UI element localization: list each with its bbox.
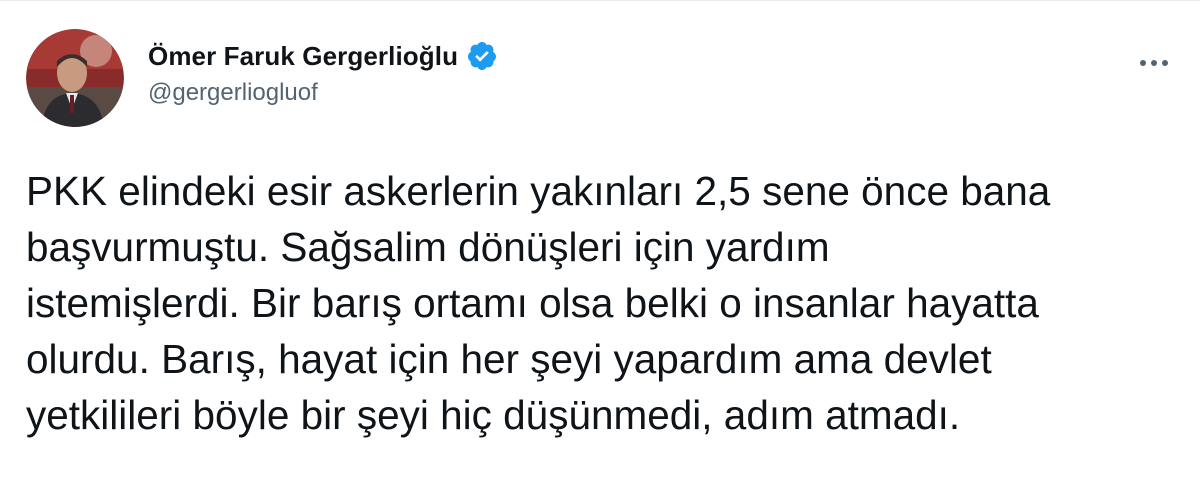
display-name[interactable]: Ömer Faruk Gergerlioğlu — [148, 41, 458, 72]
avatar-image — [26, 29, 124, 127]
handle[interactable]: @gergerliogluof — [148, 79, 498, 107]
author-block[interactable]: Ömer Faruk Gergerlioğlu @gergerliogluof — [148, 39, 498, 107]
tweet-text: PKK elindeki esir askerlerin yakınları 2… — [26, 168, 1051, 438]
display-name-row: Ömer Faruk Gergerlioğlu — [148, 39, 498, 73]
avatar[interactable] — [26, 29, 124, 127]
verified-badge-icon — [466, 40, 498, 72]
tweet-card: Ömer Faruk Gergerlioğlu @gergerliogluof … — [0, 0, 1200, 480]
more-options-icon[interactable] — [1136, 45, 1172, 81]
